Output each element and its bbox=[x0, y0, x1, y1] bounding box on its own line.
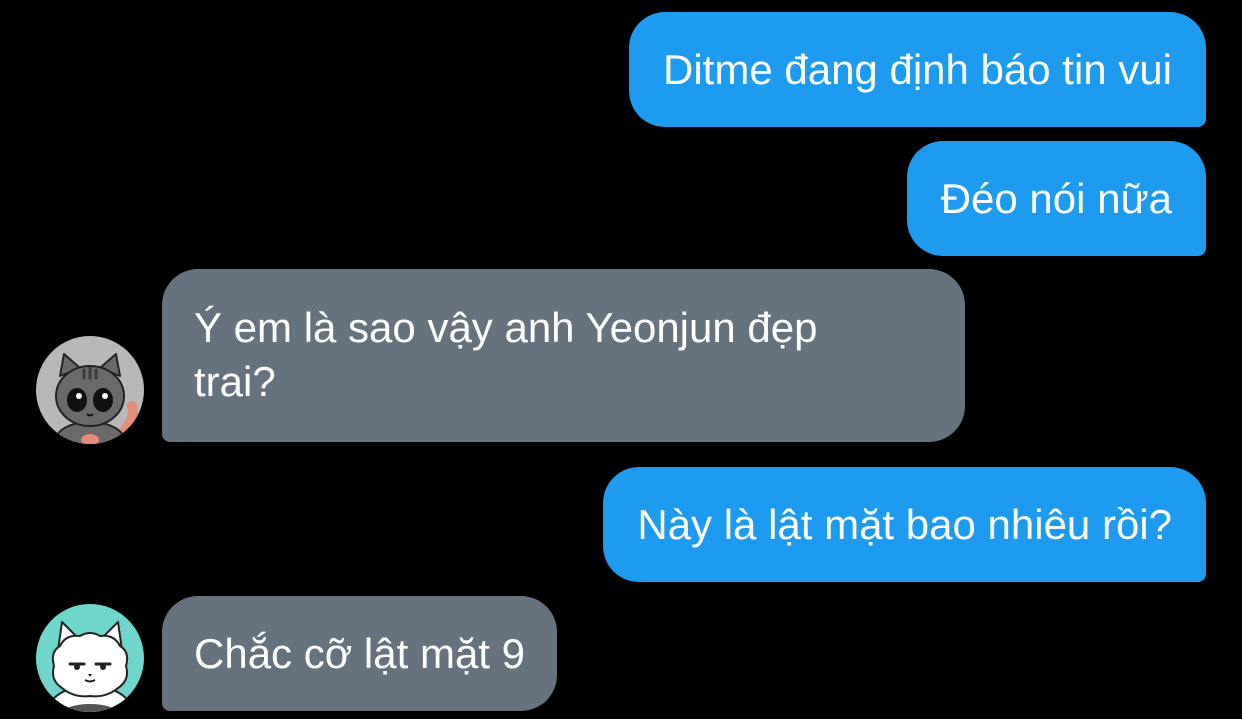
gray-cat-avatar[interactable] bbox=[36, 336, 144, 444]
message-text: Ditme đang định báo tin vui bbox=[663, 45, 1172, 93]
gray-cat-icon bbox=[36, 336, 144, 444]
message-bubble-received-2[interactable]: Chắc cỡ lật mặt 9 bbox=[162, 596, 557, 711]
message-bubble-sent-3[interactable]: Này là lật mặt bao nhiêu rồi? bbox=[603, 467, 1206, 582]
message-text: Đéo nói nữa bbox=[940, 174, 1172, 222]
message-text-line-1: Ý em là sao vậy anh Yeonjun đẹp bbox=[194, 304, 818, 351]
message-bubble-received-1[interactable]: Ý em là sao vậy anh Yeonjun đẹp trai? bbox=[162, 269, 965, 442]
message-bubble-sent-1[interactable]: Ditme đang định báo tin vui bbox=[629, 12, 1206, 127]
message-text-line-2: trai? bbox=[194, 358, 276, 405]
message-text: Chắc cỡ lật mặt 9 bbox=[194, 629, 525, 677]
white-cat-icon bbox=[36, 604, 144, 712]
white-cat-avatar[interactable] bbox=[36, 604, 144, 712]
message-bubble-sent-2[interactable]: Đéo nói nữa bbox=[906, 141, 1206, 256]
message-text: Này là lật mặt bao nhiêu rồi? bbox=[637, 500, 1172, 548]
